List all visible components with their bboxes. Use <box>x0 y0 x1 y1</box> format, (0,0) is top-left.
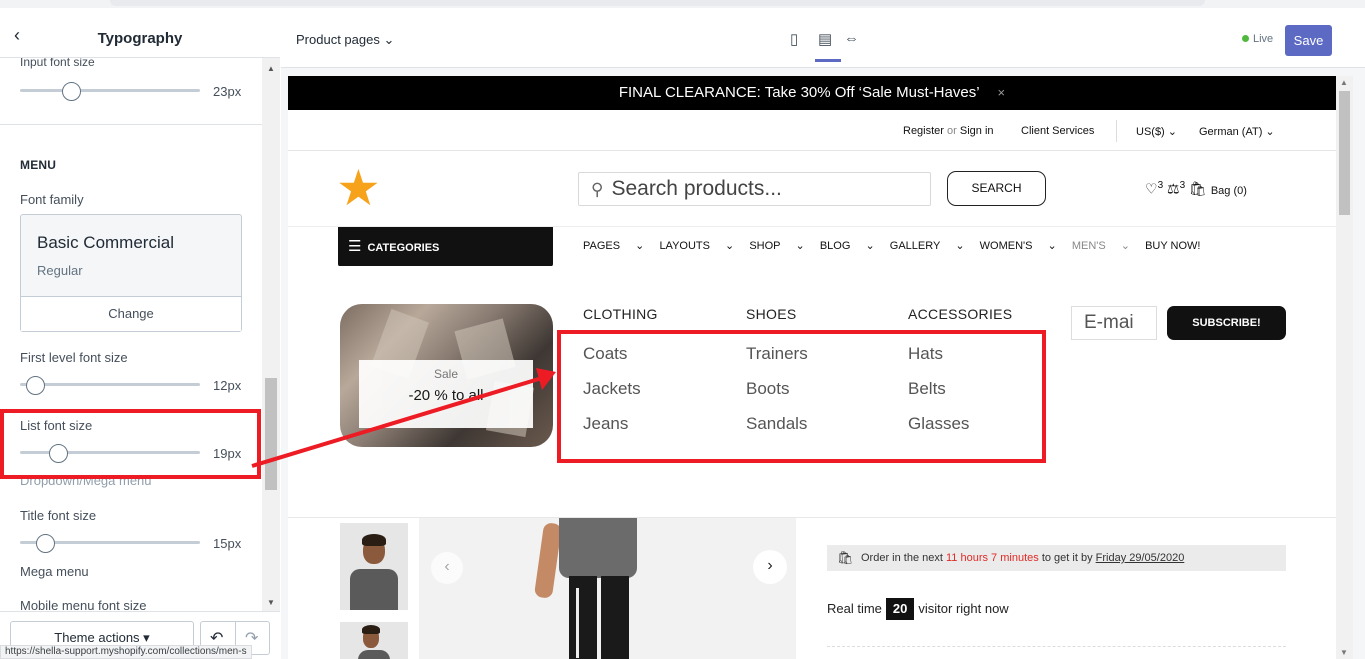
arrow-head <box>536 368 556 390</box>
annotation-arrow-icon <box>251 368 556 468</box>
arrow-line <box>251 376 543 468</box>
customizer-window: { "sidebar": { "title": "Typography", "b… <box>0 0 1365 659</box>
